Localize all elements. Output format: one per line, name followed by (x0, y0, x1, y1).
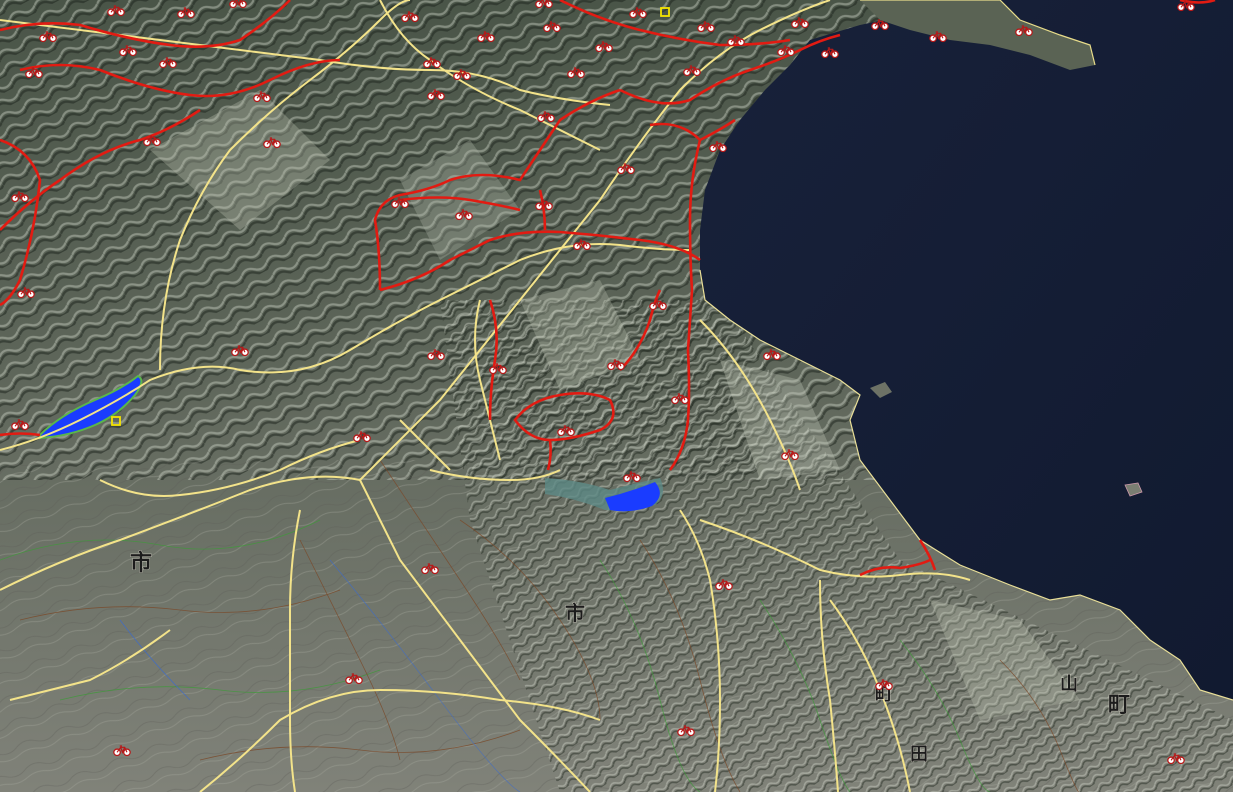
map-3d-view[interactable]: 市 町 山 市 町 田 (0, 0, 1233, 792)
place-label: 山 (1060, 674, 1078, 695)
place-label: 町 (1108, 692, 1130, 718)
terrain-map-canvas[interactable]: 市 町 山 市 町 田 (0, 0, 1233, 792)
place-label: 市 (565, 601, 585, 625)
place-label: 田 (910, 744, 928, 765)
place-label: 市 (130, 550, 152, 576)
